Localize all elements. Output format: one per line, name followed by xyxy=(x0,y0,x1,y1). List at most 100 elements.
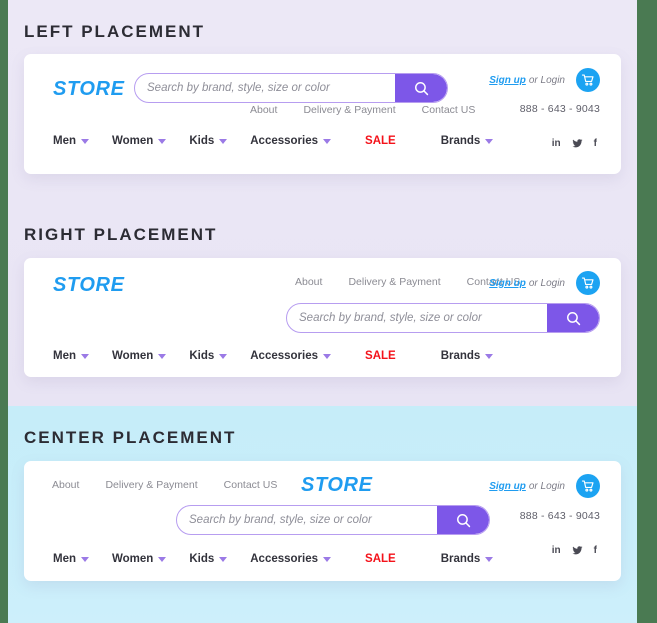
account-block: Sign up or Login xyxy=(489,68,600,92)
top-link-delivery-payment[interactable]: Delivery & Payment xyxy=(348,276,440,288)
cart-button[interactable] xyxy=(576,474,600,498)
chevron-down-icon xyxy=(81,556,89,562)
chevron-down-icon xyxy=(485,353,494,359)
nav-item-men[interactable]: Men xyxy=(53,553,89,565)
store-logo[interactable]: STORE xyxy=(53,78,125,101)
top-link-about[interactable]: About xyxy=(295,276,322,288)
sign-up-link[interactable]: Sign up xyxy=(489,75,526,86)
nav-item-accessories-label: Accessories xyxy=(250,350,319,362)
nav-item-brands[interactable]: Brands xyxy=(441,135,494,147)
nav-item-kids[interactable]: Kids xyxy=(189,135,228,147)
nav-item-men-label: Men xyxy=(53,553,76,565)
nav-item-kids[interactable]: Kids xyxy=(189,350,228,362)
search-button[interactable] xyxy=(437,506,489,534)
chevron-down-icon xyxy=(323,556,332,562)
login-link[interactable]: or Login xyxy=(529,75,565,86)
nav-item-accessories-label: Accessories xyxy=(250,135,319,147)
nav-item-accessories-label: Accessories xyxy=(250,553,319,565)
search-bar[interactable] xyxy=(134,73,448,103)
nav-item-men-label: Men xyxy=(53,135,76,147)
search-bar[interactable] xyxy=(176,505,490,535)
nav-item-sale[interactable]: SALE xyxy=(365,553,396,565)
top-links: About Delivery & Payment Contact US xyxy=(52,479,277,491)
twitter-icon[interactable] xyxy=(572,138,583,149)
chevron-down-icon xyxy=(323,138,332,144)
nav-item-brands[interactable]: Brands xyxy=(441,553,494,565)
nav-item-sale-label: SALE xyxy=(365,135,396,147)
search-button[interactable] xyxy=(395,74,447,102)
top-link-contact-us[interactable]: Contact US xyxy=(224,479,278,491)
chevron-down-icon xyxy=(219,556,228,562)
cart-button[interactable] xyxy=(576,271,600,295)
social-links: in f xyxy=(552,545,597,556)
nav-item-accessories[interactable]: Accessories xyxy=(250,135,332,147)
chevron-down-icon xyxy=(158,556,167,562)
cart-button[interactable] xyxy=(576,68,600,92)
shopping-cart-icon xyxy=(581,480,594,492)
top-link-about[interactable]: About xyxy=(250,104,277,116)
linkedin-icon[interactable]: in xyxy=(552,138,561,149)
sign-up-link[interactable]: Sign up xyxy=(489,481,526,492)
main-nav: Men Women Kids Accessories SALE Brands xyxy=(53,350,494,362)
chevron-down-icon xyxy=(485,556,494,562)
account-block: Sign up or Login xyxy=(489,271,600,295)
sign-up-link[interactable]: Sign up xyxy=(489,278,526,289)
facebook-icon[interactable]: f xyxy=(594,138,597,149)
phone-number: 888 - 643 - 9043 xyxy=(519,510,600,522)
nav-item-men[interactable]: Men xyxy=(53,135,89,147)
login-link[interactable]: or Login xyxy=(529,481,565,492)
search-icon xyxy=(566,311,580,325)
phone-number: 888 - 643 - 9043 xyxy=(519,103,600,115)
nav-item-sale[interactable]: SALE xyxy=(365,135,396,147)
nav-item-brands-label: Brands xyxy=(440,135,481,147)
chevron-down-icon xyxy=(219,138,228,144)
store-logo[interactable]: STORE xyxy=(301,474,373,497)
search-input[interactable] xyxy=(287,304,547,332)
nav-item-sale[interactable]: SALE xyxy=(365,350,396,362)
twitter-icon[interactable] xyxy=(572,545,583,556)
chevron-down-icon xyxy=(158,353,167,359)
nav-item-accessories[interactable]: Accessories xyxy=(250,350,332,362)
chevron-down-icon xyxy=(219,353,228,359)
search-icon xyxy=(414,81,428,95)
social-links: in f xyxy=(552,138,597,149)
search-bar[interactable] xyxy=(286,303,600,333)
nav-item-kids[interactable]: Kids xyxy=(189,553,228,565)
search-icon xyxy=(456,513,470,527)
nav-item-kids-label: Kids xyxy=(189,553,215,565)
chevron-down-icon xyxy=(485,138,494,144)
store-logo[interactable]: STORE xyxy=(53,274,125,297)
section-title-center-placement: CENTER PLACEMENT xyxy=(24,428,237,447)
linkedin-icon[interactable]: in xyxy=(552,545,561,556)
nav-item-sale-label: SALE xyxy=(365,350,396,362)
shopping-cart-icon xyxy=(581,277,594,289)
nav-item-accessories[interactable]: Accessories xyxy=(250,553,332,565)
chevron-down-icon xyxy=(158,138,167,144)
top-link-delivery-payment[interactable]: Delivery & Payment xyxy=(105,479,197,491)
shopping-cart-icon xyxy=(581,74,594,86)
search-input[interactable] xyxy=(135,74,395,102)
top-links: About Delivery & Payment Contact US xyxy=(295,276,520,288)
nav-item-brands-label: Brands xyxy=(440,350,481,362)
header-card-left-placement: STORE About Delivery & Payment Contact U… xyxy=(24,54,621,174)
top-link-about[interactable]: About xyxy=(52,479,79,491)
facebook-icon[interactable]: f xyxy=(594,545,597,556)
top-link-contact-us[interactable]: Contact US xyxy=(422,104,476,116)
nav-item-women[interactable]: Women xyxy=(112,135,167,147)
search-input[interactable] xyxy=(177,506,437,534)
nav-item-women-label: Women xyxy=(112,553,154,565)
header-card-right-placement: STORE About Delivery & Payment Contact U… xyxy=(24,258,621,377)
nav-item-women[interactable]: Women xyxy=(112,350,167,362)
nav-item-men[interactable]: Men xyxy=(53,350,89,362)
nav-item-kids-label: Kids xyxy=(189,135,215,147)
section-title-left-placement: LEFT PLACEMENT xyxy=(24,22,205,41)
main-nav: Men Women Kids Accessories SALE Brands xyxy=(53,553,494,565)
nav-item-men-label: Men xyxy=(53,350,76,362)
nav-item-women[interactable]: Women xyxy=(112,553,167,565)
nav-item-sale-label: SALE xyxy=(365,553,396,565)
search-button[interactable] xyxy=(547,304,599,332)
nav-item-brands[interactable]: Brands xyxy=(441,350,494,362)
page-canvas: LEFT PLACEMENT STORE About Delivery & Pa… xyxy=(8,0,637,623)
top-link-delivery-payment[interactable]: Delivery & Payment xyxy=(303,104,395,116)
login-link[interactable]: or Login xyxy=(529,278,565,289)
